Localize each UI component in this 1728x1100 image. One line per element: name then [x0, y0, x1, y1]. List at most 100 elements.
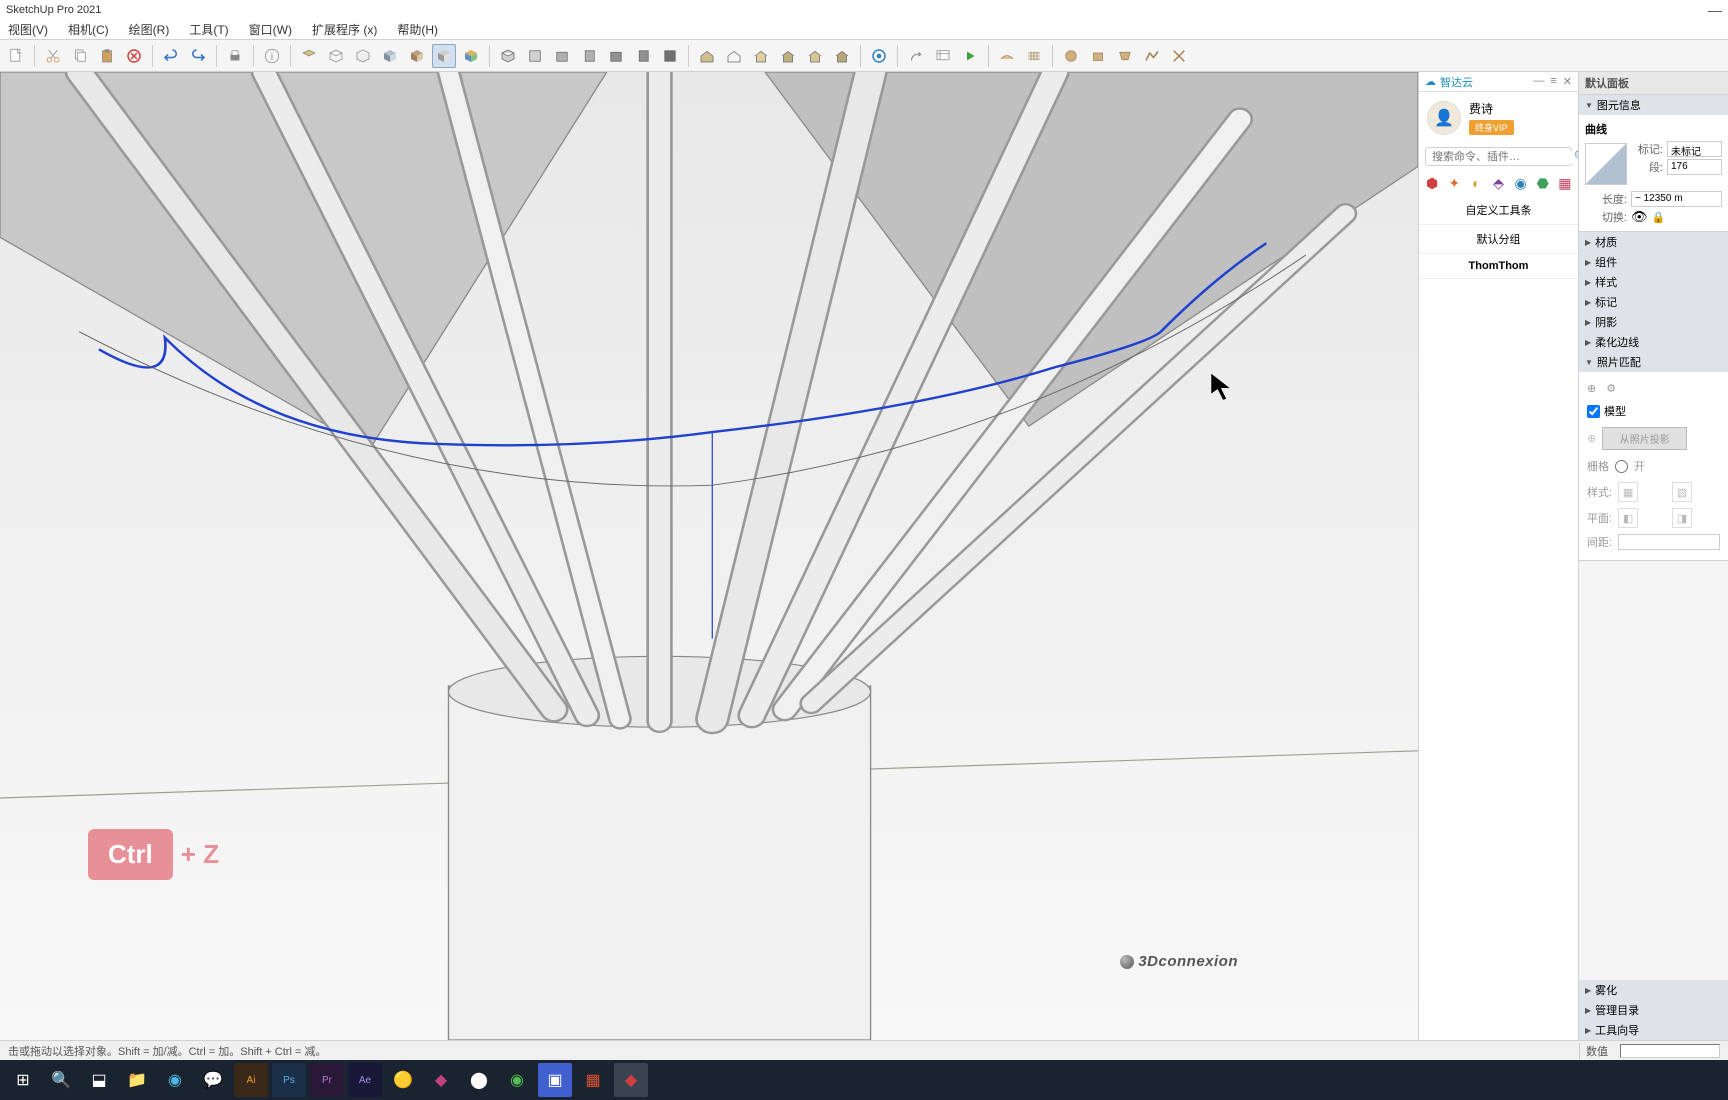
minimize-panel-icon[interactable]: —: [1533, 75, 1544, 88]
menu-panel-icon[interactable]: ≡: [1550, 75, 1556, 88]
house-left-icon[interactable]: [803, 44, 827, 68]
bottom-view-icon[interactable]: [658, 44, 682, 68]
minimize-button[interactable]: —: [1708, 2, 1722, 18]
add-photo-icon[interactable]: ⊕: [1587, 382, 1596, 395]
sandbox-drape-icon[interactable]: [1113, 44, 1137, 68]
task-ps-icon[interactable]: Ps: [272, 1063, 306, 1097]
render-settings-icon[interactable]: [867, 44, 891, 68]
task-search-icon[interactable]: 🔍: [44, 1063, 78, 1097]
section-soften[interactable]: ▶柔化边线: [1579, 332, 1728, 352]
avatar[interactable]: 👤: [1427, 101, 1461, 135]
plane-icon-2[interactable]: ◨: [1672, 508, 1692, 528]
menu-view[interactable]: 视图(V): [4, 19, 52, 40]
task-ai-icon[interactable]: Ai: [234, 1063, 268, 1097]
top-view-icon[interactable]: [523, 44, 547, 68]
menu-camera[interactable]: 相机(C): [64, 19, 113, 40]
plugin-icon-3[interactable]: ◐: [1467, 174, 1485, 192]
plugin-item-thomthom[interactable]: ThomThom: [1419, 254, 1578, 279]
cut-icon[interactable]: [41, 44, 65, 68]
front-view-icon[interactable]: [550, 44, 574, 68]
plane-icon-1[interactable]: ◧: [1618, 508, 1638, 528]
task-app2-icon[interactable]: ⬤: [462, 1063, 496, 1097]
plugin-item-custom-toolbar[interactable]: 自定义工具条: [1419, 196, 1578, 225]
plugin-icon-6[interactable]: ⬣: [1534, 174, 1552, 192]
section-catalog[interactable]: ▶管理目录: [1579, 1000, 1728, 1020]
viewport[interactable]: 3Dconnexion Ctrl + Z: [0, 72, 1418, 1040]
task-view-icon[interactable]: ⬓: [82, 1063, 116, 1097]
task-wechat-icon[interactable]: 💬: [196, 1063, 230, 1097]
style-wire-icon[interactable]: [324, 44, 348, 68]
style-mono-icon[interactable]: [432, 44, 456, 68]
task-app3-icon[interactable]: ◉: [500, 1063, 534, 1097]
plugin-icon-5[interactable]: ◉: [1512, 174, 1530, 192]
style-xray-icon[interactable]: [297, 44, 321, 68]
plugin-icon-1[interactable]: ⬢: [1423, 174, 1441, 192]
redo-icon[interactable]: [186, 44, 210, 68]
start-button[interactable]: ⊞: [6, 1063, 40, 1097]
undo-icon[interactable]: [159, 44, 183, 68]
task-pr-icon[interactable]: Pr: [310, 1063, 344, 1097]
style-shaded-tex-icon[interactable]: [405, 44, 429, 68]
task-ae-icon[interactable]: Ae: [348, 1063, 382, 1097]
house-back-icon[interactable]: [776, 44, 800, 68]
task-chrome-icon[interactable]: 🟡: [386, 1063, 420, 1097]
value-input[interactable]: [1620, 1044, 1720, 1058]
plugin-icon-4[interactable]: ⬘: [1489, 174, 1507, 192]
section-components[interactable]: ▶组件: [1579, 252, 1728, 272]
info-icon[interactable]: i: [260, 44, 284, 68]
section-materials[interactable]: ▶材质: [1579, 232, 1728, 252]
house-iso-icon[interactable]: [695, 44, 719, 68]
section-styles[interactable]: ▶样式: [1579, 272, 1728, 292]
section-shadows[interactable]: ▶阴影: [1579, 312, 1728, 332]
visibility-icon[interactable]: 👁: [1631, 209, 1648, 225]
menu-tools[interactable]: 工具(T): [185, 19, 232, 40]
search-box[interactable]: 🔍: [1425, 147, 1572, 166]
back-view-icon[interactable]: [604, 44, 628, 68]
sandbox-stamp-icon[interactable]: [1086, 44, 1110, 68]
menu-window[interactable]: 窗口(W): [245, 19, 296, 40]
plugin-item-default-group[interactable]: 默认分组: [1419, 225, 1578, 254]
section-photo-match[interactable]: ▼照片匹配: [1579, 352, 1728, 372]
style-hidden-icon[interactable]: [351, 44, 375, 68]
lock-icon[interactable]: 🔒: [1652, 211, 1666, 224]
curved-arrow-icon[interactable]: [904, 44, 928, 68]
sandbox-flip-icon[interactable]: [1167, 44, 1191, 68]
section-entity-info[interactable]: ▼ 图元信息: [1579, 95, 1728, 115]
search-input[interactable]: [1432, 151, 1574, 163]
project-from-photo-button[interactable]: 从照片投影: [1602, 427, 1687, 450]
task-explorer-icon[interactable]: 📁: [120, 1063, 154, 1097]
menu-extensions[interactable]: 扩展程序 (x): [308, 19, 381, 40]
sandbox-grid-icon[interactable]: [1022, 44, 1046, 68]
style-shaded-icon[interactable]: [378, 44, 402, 68]
close-panel-icon[interactable]: ✕: [1563, 75, 1572, 88]
menu-help[interactable]: 帮助(H): [393, 19, 442, 40]
iso-icon[interactable]: [496, 44, 520, 68]
print-icon[interactable]: [223, 44, 247, 68]
plugin-icon-7[interactable]: ▦: [1556, 174, 1574, 192]
crosshair-icon[interactable]: ⊕: [1587, 432, 1596, 445]
task-app4-icon[interactable]: ▣: [538, 1063, 572, 1097]
task-app1-icon[interactable]: ◆: [424, 1063, 458, 1097]
sandbox-mesh-icon[interactable]: [995, 44, 1019, 68]
copy-icon[interactable]: [68, 44, 92, 68]
task-app5-icon[interactable]: ▦: [576, 1063, 610, 1097]
left-view-icon[interactable]: [631, 44, 655, 68]
new-file-icon[interactable]: [4, 44, 28, 68]
section-instructor[interactable]: ▶工具向导: [1579, 1020, 1728, 1040]
sandbox-smoove-icon[interactable]: [1059, 44, 1083, 68]
house-top-icon[interactable]: [722, 44, 746, 68]
spacing-input[interactable]: [1618, 534, 1720, 550]
play-icon[interactable]: [958, 44, 982, 68]
task-edge-icon[interactable]: ◉: [158, 1063, 192, 1097]
scene-manager-icon[interactable]: [931, 44, 955, 68]
style-grid-icon-2[interactable]: ▧: [1672, 482, 1692, 502]
model-checkbox[interactable]: [1587, 405, 1600, 418]
house-right-icon[interactable]: [830, 44, 854, 68]
menu-draw[interactable]: 绘图(R): [125, 19, 174, 40]
delete-icon[interactable]: [122, 44, 146, 68]
paste-icon[interactable]: [95, 44, 119, 68]
segments-value[interactable]: 176: [1667, 159, 1722, 175]
style-color-icon[interactable]: [459, 44, 483, 68]
right-view-icon[interactable]: [577, 44, 601, 68]
section-tags[interactable]: ▶标记: [1579, 292, 1728, 312]
